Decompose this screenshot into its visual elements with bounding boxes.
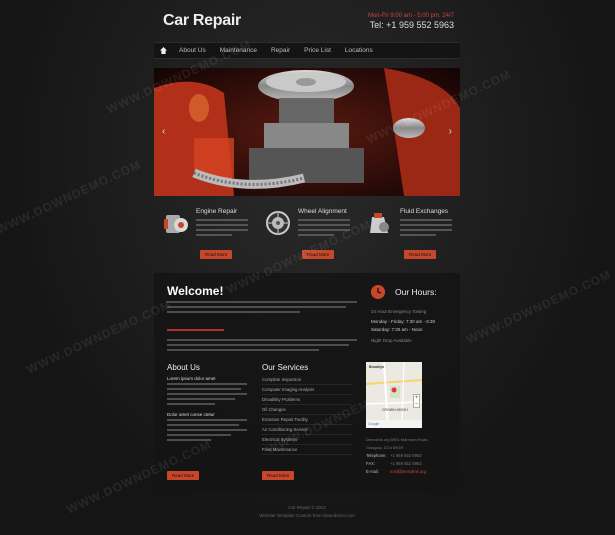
welcome-title: Welcome! (167, 284, 224, 298)
service-item[interactable]: Emission Repair Facility (262, 415, 352, 425)
service-item[interactable]: Air Conditioning Service (262, 425, 352, 435)
content-panel: Welcome! Our Hours: 24 Hour Emergency To… (154, 273, 460, 493)
wheel-icon (266, 211, 290, 235)
map-label: CROWN HEIGH (382, 408, 408, 412)
footer-credit: Website Template Custom from downdemo.co… (259, 513, 355, 518)
home-icon[interactable] (154, 42, 172, 59)
nav-item-locations[interactable]: Locations (338, 47, 380, 54)
service-item[interactable]: Electrical Systems (262, 435, 352, 445)
address-block: Demolink.org 8901 Marmora Road, Glasgow,… (366, 437, 456, 477)
contact-hours: Mon-Fri 9:00 am - 5:00 pm. 24/7 (367, 13, 454, 19)
feature-description (400, 219, 452, 239)
services-list: Complete Inspection Computer Imaging Ana… (262, 375, 352, 455)
features-row: Engine Repair Read More Wheel Alignment … (154, 205, 460, 265)
header-contact: Mon-Fri 9:00 am - 5:00 pm. 24/7 Tel: +1 … (368, 13, 454, 30)
about-item-heading: Lorem ipsum dolor amet (167, 376, 216, 381)
fax-value: +1 959 552 5963 (390, 461, 422, 466)
watermark: WWW.DOWNDEMO.COM (0, 157, 144, 237)
about-read-more-button[interactable]: Read More (167, 471, 200, 480)
nav-item-maintenance[interactable]: Maintenance (213, 47, 264, 54)
page-footer: Car Repair © 2013 Website Template Custo… (154, 505, 460, 521)
email-label: E-mail: (366, 469, 380, 474)
service-item[interactable]: Oil Changes (262, 405, 352, 415)
engine-image (154, 68, 460, 196)
service-item[interactable]: Complete Inspection (262, 375, 352, 385)
hero-slider: ‹ › (154, 68, 460, 196)
location-map[interactable]: Brooklyn CROWN HEIGH + − Google (366, 362, 422, 428)
feature-description (298, 219, 350, 239)
engine-read-more-button[interactable]: Read More (200, 250, 233, 259)
main-nav: About Us Maintenance Repair Price List L… (154, 42, 460, 59)
clock-icon (371, 285, 385, 299)
contact-phone: Tel: +1 959 552 5963 (369, 20, 454, 30)
map-zoom-control[interactable]: + − (413, 394, 420, 408)
footer-copyright: Car Repair © 2013 (288, 505, 326, 510)
page: Car Repair Mon-Fri 9:00 am - 5:00 pm. 24… (154, 0, 460, 535)
watermark: WWW.DOWNDEMO.COM (24, 297, 174, 377)
fluid-read-more-button[interactable]: Read More (404, 250, 437, 259)
about-list: Lorem ipsum dolor amet Dolor amet conse … (167, 376, 247, 444)
feature-title: Engine Repair (196, 208, 238, 215)
fax-label: FAX: (366, 461, 376, 466)
services-read-more-button[interactable]: Read More (262, 471, 295, 480)
service-item[interactable]: Drivability Problems (262, 395, 352, 405)
nav-item-price-list[interactable]: Price List (297, 47, 338, 54)
feature-title: Fluid Exchanges (400, 208, 449, 215)
engine-icon (164, 215, 188, 233)
nav-item-about[interactable]: About Us (172, 47, 213, 54)
site-logo[interactable]: Car Repair (163, 12, 241, 30)
feature-description (196, 219, 248, 239)
email-row: E-mail: mail@demolink.org (366, 469, 456, 474)
services-title: Our Services (262, 363, 309, 372)
slider-prev-icon[interactable]: ‹ (162, 126, 165, 137)
hours-line: 24 Hour Emergency Towing (371, 309, 427, 314)
fax-row: FAX: +1 959 552 5963 (366, 461, 456, 466)
service-item[interactable]: Fleet Maintenance (262, 445, 352, 455)
about-title: About Us (167, 363, 200, 372)
hours-line: Monday - Friday: 7:30 am - 6:30 (371, 319, 436, 324)
feature-title: Wheel Alignment (298, 208, 347, 215)
address-line: Demolink.org 8901 Marmora Road, (366, 437, 429, 442)
hours-line: Night Drop Available (371, 338, 412, 343)
telephone-label: Telephone: (366, 453, 387, 458)
hours-box: Our Hours: 24 Hour Emergency Towing Mond… (367, 283, 457, 358)
fluid-icon (370, 213, 389, 233)
slider-next-icon[interactable]: › (449, 126, 452, 137)
hours-title: Our Hours: (395, 287, 437, 297)
welcome-text (167, 301, 357, 354)
address-line: Glasgow, DO4 89GR (366, 445, 404, 450)
wheel-read-more-button[interactable]: Read More (302, 250, 335, 259)
telephone-value: +1 959 552 5963 (390, 453, 422, 458)
telephone-row: Telephone: +1 959 552 5963 (366, 453, 456, 458)
hours-line: Saturday: 7:30 am - Noon (371, 327, 423, 332)
map-label: Brooklyn (369, 365, 385, 369)
about-item-heading: Dolor amet conse ctetur (167, 412, 215, 417)
service-item[interactable]: Computer Imaging Analysis (262, 385, 352, 395)
nav-item-repair[interactable]: Repair (264, 47, 297, 54)
feature-engine-repair: Engine Repair Read More (154, 205, 254, 265)
email-link[interactable]: mail@demolink.org (390, 469, 426, 474)
map-attribution: Google (368, 422, 380, 426)
feature-fluid-exchanges: Fluid Exchanges Read More (358, 205, 458, 265)
watermark: WWW.DOWNDEMO.COM (464, 267, 614, 347)
feature-wheel-alignment: Wheel Alignment Read More (256, 205, 356, 265)
